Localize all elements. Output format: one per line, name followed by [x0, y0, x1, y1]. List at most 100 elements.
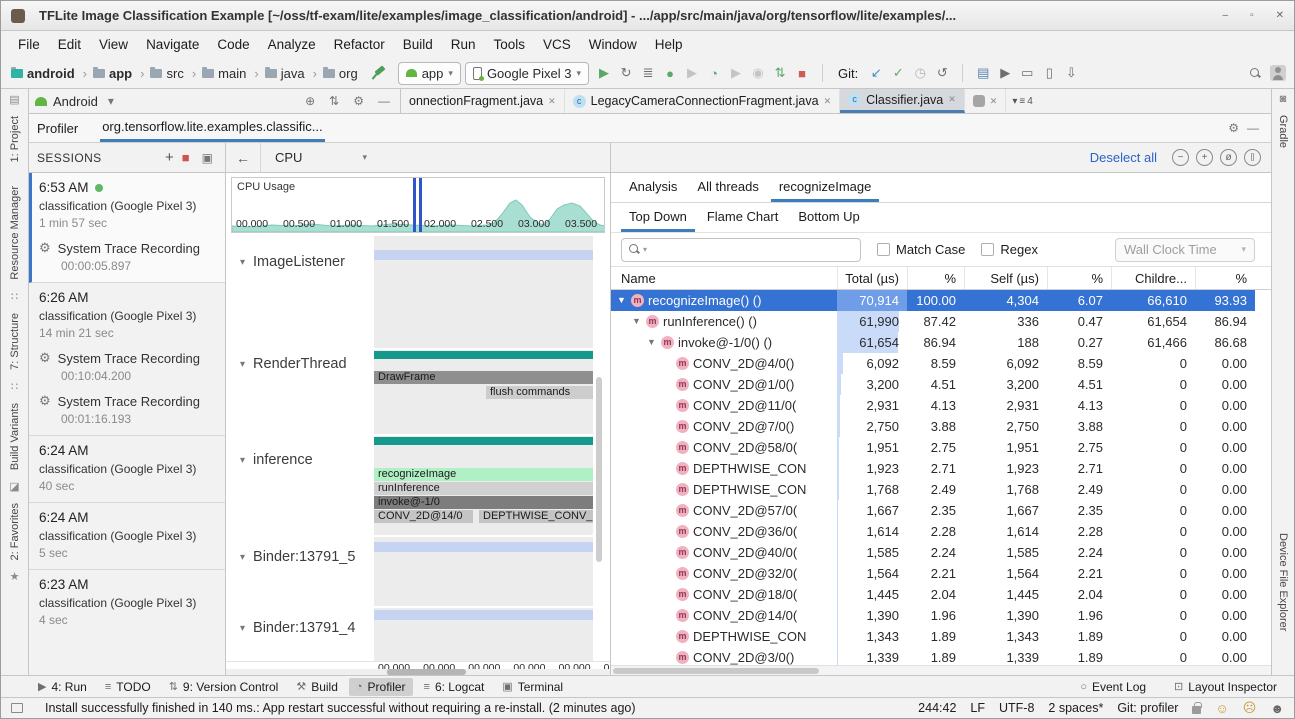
tool-window-button[interactable]: ⚒ Build: [289, 678, 345, 696]
column-header-children-pct[interactable]: %: [1195, 267, 1255, 289]
table-horizontal-scrollbar[interactable]: [611, 665, 1271, 675]
update-project[interactable]: ↙: [865, 62, 887, 84]
status-item[interactable]: 2 spaces*: [1048, 701, 1103, 715]
rollback[interactable]: ↺: [931, 62, 953, 84]
commit[interactable]: ✓: [887, 62, 909, 84]
table-row[interactable]: ▼ m CONV_2D@11/0( 2,931 4.13 2,931 4.13: [611, 395, 1255, 416]
selection-line[interactable]: [419, 178, 422, 232]
expand-arrow-icon[interactable]: ▼: [617, 290, 627, 311]
menu-item[interactable]: Code: [208, 34, 258, 55]
sidebar-item-device-file-explorer[interactable]: Device File Explorer: [1277, 533, 1289, 631]
trace-event[interactable]: invoke@-1/0: [374, 496, 593, 509]
tool-window-button[interactable]: ○ Event Log: [1073, 678, 1153, 696]
device-manager[interactable]: ▭: [1016, 62, 1038, 84]
search-input[interactable]: ▾: [621, 238, 861, 262]
track-renderthread[interactable]: ▾ RenderThread DrawFrame flush commands: [226, 350, 610, 434]
column-header-total[interactable]: Total (µs): [837, 267, 907, 289]
match-case-checkbox[interactable]: [877, 243, 890, 256]
table-row[interactable]: ▼ m CONV_2D@18/0( 1,445 2.04 1,445 2.04: [611, 584, 1255, 605]
cpu-usage-chart[interactable]: CPU Usage 00.00000.50001.00001.50002.000…: [231, 177, 605, 233]
tab-profiler-icon-tab[interactable]: ✕: [965, 89, 1007, 113]
deselect-all-link[interactable]: Deselect all: [1090, 150, 1157, 165]
back-arrow-icon[interactable]: ←: [226, 143, 261, 172]
table-row[interactable]: ▼ m runInference() () 61,990 87.42 336 0…: [611, 311, 1255, 332]
new-session-icon[interactable]: +: [165, 149, 174, 166]
profiler-attach[interactable]: ▶: [725, 62, 747, 84]
regex-checkbox[interactable]: [981, 243, 994, 256]
table-row[interactable]: ▼ m recognizeImage() () 70,914 100.00 4,…: [611, 290, 1255, 311]
status-item[interactable]: Git: profiler: [1117, 701, 1178, 715]
sync-gradle[interactable]: ⇅: [769, 62, 791, 84]
tool-window-button[interactable]: ≡ 6: Logcat: [417, 678, 492, 696]
apply-changes[interactable]: ↻: [615, 62, 637, 84]
table-row[interactable]: ▼ m CONV_2D@14/0( 1,390 1.96 1,390 1.96: [611, 605, 1255, 626]
close-icon[interactable]: ✕: [990, 96, 998, 107]
history[interactable]: ◷: [909, 62, 931, 84]
sdk-manager[interactable]: ⇩: [1060, 62, 1082, 84]
menu-item[interactable]: Tools: [485, 34, 535, 55]
stop-session-icon[interactable]: ■: [182, 150, 190, 165]
clock-mode-select[interactable]: Wall Clock Time ▾: [1115, 238, 1255, 262]
menu-item[interactable]: VCS: [534, 34, 580, 55]
column-header-name[interactable]: Name: [611, 267, 837, 289]
session-card[interactable]: 6:53 AM classification (Google Pixel 3) …: [29, 173, 225, 283]
close-icon[interactable]: ✕: [948, 94, 956, 105]
profile-avatar[interactable]: [1270, 65, 1286, 81]
menu-item[interactable]: Analyze: [259, 34, 325, 55]
menu-item[interactable]: Window: [580, 34, 646, 55]
analysis-tab[interactable]: All threads: [689, 173, 766, 202]
sidebar-item-favorites[interactable]: 2: Favorites: [9, 503, 21, 560]
happy-face-icon[interactable]: ☺: [1215, 701, 1228, 716]
debug[interactable]: ●: [659, 62, 681, 84]
column-header-self[interactable]: Self (µs): [964, 267, 1047, 289]
run-config-select[interactable]: app ▾: [398, 62, 461, 85]
trace-event[interactable]: CONV_2D@14/0: [374, 510, 473, 523]
track-binder5[interactable]: ▾ Binder:13791_5: [226, 537, 610, 606]
analysis-tab[interactable]: recognizeImage: [771, 173, 880, 202]
stop[interactable]: ■: [791, 62, 813, 84]
view-tab[interactable]: Top Down: [621, 203, 695, 232]
gear-icon[interactable]: ⚙: [349, 94, 368, 108]
search-everywhere-icon[interactable]: [1244, 62, 1266, 84]
recording-item[interactable]: ⚙ System Trace Recording: [39, 240, 217, 256]
table-row[interactable]: ▼ m CONV_2D@58/0( 1,951 2.75 1,951 2.75: [611, 437, 1255, 458]
column-header-children[interactable]: Childre...: [1111, 267, 1195, 289]
collapse-triangle-icon[interactable]: ▾: [240, 623, 245, 634]
expand-arrow-icon[interactable]: ▼: [632, 311, 642, 332]
tool-window-button[interactable]: ⇅ 9: Version Control: [162, 678, 286, 696]
sidebar-item-project[interactable]: 1: Project: [9, 116, 21, 162]
breadcrumb-item[interactable]: app: [91, 66, 146, 81]
session-card[interactable]: 6:26 AM classification (Google Pixel 3) …: [29, 283, 225, 436]
session-card[interactable]: 6:24 AM classification (Google Pixel 3) …: [29, 503, 225, 570]
table-row[interactable]: ▼ m DEPTHWISE_CON 1,768 2.49 1,768 2.49: [611, 479, 1255, 500]
column-header-self-pct[interactable]: %: [1047, 267, 1111, 289]
view-tab[interactable]: Flame Chart: [699, 203, 787, 232]
breadcrumb-item[interactable]: src: [148, 66, 198, 81]
table-row[interactable]: ▼ m CONV_2D@57/0( 1,667 2.35 1,667 2.35: [611, 500, 1255, 521]
tool-window-button[interactable]: ⊡ Layout Inspector: [1167, 678, 1284, 696]
project-structure[interactable]: ▤: [972, 62, 994, 84]
scrollbar-thumb[interactable]: [613, 668, 819, 674]
reset-zoom-icon[interactable]: ø: [1220, 149, 1237, 166]
agent-icon[interactable]: ☻: [1270, 701, 1284, 716]
running-devices[interactable]: ▶: [994, 62, 1016, 84]
menu-item[interactable]: File: [9, 34, 49, 55]
sidebar-item-build-variants[interactable]: Build Variants: [9, 403, 21, 470]
table-row[interactable]: ▼ m DEPTHWISE_CON 1,343 1.89 1,343 1.89: [611, 626, 1255, 647]
table-row[interactable]: ▼ m CONV_2D@36/0( 1,614 2.28 1,614 2.28: [611, 521, 1255, 542]
zoom-to-selection-icon[interactable]: []: [1244, 149, 1261, 166]
menu-item[interactable]: Run: [442, 34, 485, 55]
breadcrumb-item[interactable]: main: [200, 66, 261, 81]
minimize-button[interactable]: –: [1223, 10, 1229, 21]
collapse-triangle-icon[interactable]: ▾: [240, 359, 245, 370]
build-hammer-icon[interactable]: [372, 66, 386, 80]
notification-icon[interactable]: [11, 703, 23, 713]
attach-debugger[interactable]: ▶: [681, 62, 703, 84]
tab-classifier[interactable]: c Classifier.java ✕: [840, 89, 965, 113]
zoom-in-icon[interactable]: +: [1196, 149, 1213, 166]
close-icon[interactable]: ✕: [824, 96, 832, 107]
trace-event[interactable]: recognizeImage: [374, 468, 593, 481]
apply-code-changes[interactable]: ≣: [637, 62, 659, 84]
sad-face-icon[interactable]: ☹: [1243, 700, 1257, 716]
collapse-triangle-icon[interactable]: ▾: [240, 257, 245, 268]
